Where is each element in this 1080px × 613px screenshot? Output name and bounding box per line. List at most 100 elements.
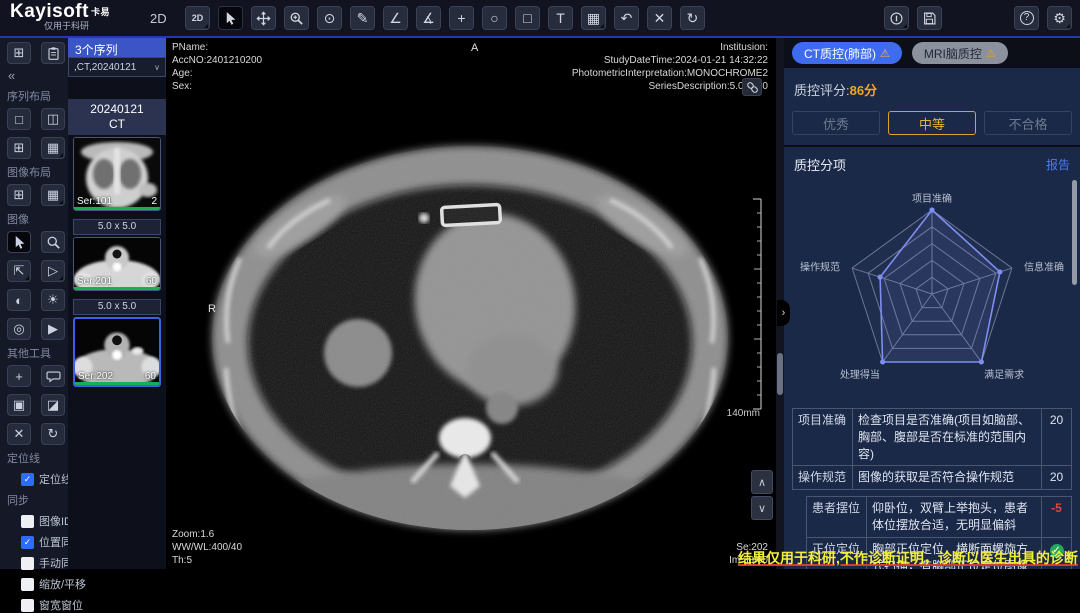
study-modality: CT [68, 117, 166, 132]
brand-subtitle: 仅用于科研 [44, 21, 110, 31]
qc-score-value: 86分 [850, 83, 877, 98]
series-caption: 5.0 x 5.0 [73, 219, 161, 235]
glyph-icon: ⇱ [14, 263, 25, 279]
settings-button[interactable]: ⚙ [1047, 6, 1072, 30]
undo-tool[interactable]: ↶ [614, 6, 639, 30]
flag-play-tool[interactable]: ▷ [41, 260, 65, 282]
thumb-ser-label: Ser:202 [78, 371, 113, 382]
glyph-icon: ⊞ [14, 140, 25, 156]
reset-tool[interactable]: ↻ [680, 6, 705, 30]
thumb-progress-bar [75, 382, 159, 385]
delete-annotation-tool[interactable]: ✕ [647, 6, 672, 30]
glyph-icon: ∡ [422, 10, 435, 27]
next-image-button[interactable]: ∨ [751, 496, 773, 520]
pan-tool[interactable] [251, 6, 276, 30]
glyph-icon: 2D [192, 13, 204, 23]
series-layout-1[interactable]: □ [7, 108, 31, 130]
checkbox[interactable] [21, 599, 34, 612]
cursor-tool[interactable] [218, 6, 243, 30]
roi-preset-tool[interactable]: ▣ [7, 394, 31, 416]
invert-tool[interactable]: ◐ [7, 289, 31, 311]
eraser-tool[interactable]: ◪ [41, 394, 65, 416]
panel-scrollbar-thumb[interactable] [1072, 180, 1077, 285]
checkbox[interactable]: ✓ [21, 536, 34, 549]
study-date: 20240121 [68, 102, 166, 117]
orientation-marker-right: R [208, 303, 216, 315]
tab-ct-qc[interactable]: CT质控(肺部) ⚠ [792, 42, 902, 64]
refresh-tool[interactable]: ↻ [41, 423, 65, 445]
glyph-icon: ☀ [47, 292, 59, 308]
glyph-icon: □ [523, 10, 531, 26]
window-level-tool[interactable]: ⊙ [317, 6, 342, 30]
tab-mri-qc[interactable]: MRI脑质控 ⚠ [912, 42, 1008, 64]
zoom-in-tool[interactable] [284, 6, 309, 30]
help-button[interactable]: ? [1014, 6, 1039, 30]
add-tool[interactable]: + [7, 365, 31, 387]
glyph-icon: ↻ [687, 10, 699, 27]
info-icon [889, 11, 904, 26]
toolbar-main-tools: 2D ⊙ ✎ ∠ ∡ + ○ □ T ▦ ↶ ✕ ↻ [185, 6, 705, 30]
series-thumbnail-201[interactable]: Ser:20160 [73, 237, 161, 291]
series-panel: 3个序列 ,CT,20240121 ∨ 20240121 CT Ser:1012… [68, 38, 166, 569]
toolbar-secondary-tools [884, 6, 942, 30]
grade-excellent-button[interactable]: 优秀 [792, 111, 880, 135]
scrollbar-thumb[interactable] [777, 353, 783, 395]
report-panel-icon[interactable] [41, 42, 65, 64]
table-row: 患者摆位 仰卧位，双臂上举抱头，患者体位摆放合适，无明显偏斜 -5 [807, 497, 1072, 538]
length-measure-tool[interactable]: ✎ [350, 6, 375, 30]
research-disclaimer-banner: 结果仅用于科研,不作诊断证明，诊断以医生出具的诊断 [738, 548, 1078, 568]
panel-layout-icon[interactable]: ⊞ [7, 42, 31, 64]
save-button[interactable] [917, 6, 942, 30]
checkbox[interactable]: ✓ [21, 473, 34, 486]
checkbox[interactable] [21, 557, 34, 570]
brightness-tool[interactable]: ☀ [41, 289, 65, 311]
checkbox[interactable] [21, 578, 34, 591]
section-label: 图像布局 [7, 164, 68, 180]
thumb-count: 60 [145, 371, 156, 382]
image-layout-grid[interactable]: ▦ [41, 184, 65, 206]
comment-tool[interactable] [41, 365, 65, 387]
magnify-tool-side[interactable] [41, 231, 65, 253]
target-roi-tool[interactable]: ◎ [7, 318, 31, 340]
report-link[interactable]: 报告 [1046, 156, 1070, 173]
series-thumbnail-scout[interactable]: Ser:1012 [73, 137, 161, 211]
svg-text:满足需求: 满足需求 [984, 369, 1024, 381]
cobb-angle-tool[interactable]: ∡ [416, 6, 441, 30]
link-series-button[interactable] [742, 78, 762, 96]
localizer-section-label: 定位线 [7, 450, 68, 466]
grade-medium-button[interactable]: 中等 [888, 111, 976, 135]
glyph-icon: + [15, 369, 23, 384]
series-layout-2col[interactable]: ◫ [41, 108, 65, 130]
collapse-sidebar-button[interactable]: « [8, 68, 68, 83]
glyph-icon: ▦ [587, 10, 600, 27]
glyph-icon: ◫ [47, 111, 59, 127]
image-layout-4[interactable]: ⊞ [7, 184, 31, 206]
checkbox[interactable] [21, 515, 34, 528]
ellipse-roi-tool[interactable]: ○ [482, 6, 507, 30]
clear-tool[interactable]: ✕ [7, 423, 31, 445]
layout-tool[interactable]: ▦ [581, 6, 606, 30]
text-annotation-tool[interactable]: T [548, 6, 573, 30]
table-row: 项目准确 检查项目是否准确(项目如脑部、胸部、腹部是否在标准的范围内容) 20 [793, 409, 1072, 466]
series-layout-4[interactable]: ⊞ [7, 137, 31, 159]
series-thumbnail-202[interactable]: Ser:202 60 [73, 317, 161, 387]
checkbox-row: 窗宽窗位 [21, 597, 68, 613]
series-dropdown[interactable]: ,CT,20240121 ∨ [68, 57, 166, 77]
series-layout-grid[interactable]: ▦ [41, 137, 65, 159]
image-viewport[interactable]: PName:AccNO:2401210200 Age:Sex: Institus… [166, 38, 776, 569]
section-label: 图像 [7, 211, 68, 227]
mode-2d-button[interactable]: 2D [185, 6, 210, 30]
rectangle-roi-tool[interactable]: □ [515, 6, 540, 30]
rotate-tool[interactable]: ⇱ [7, 260, 31, 282]
info-button[interactable] [884, 6, 909, 30]
previous-image-button[interactable]: ∧ [751, 470, 773, 494]
probe-tool[interactable]: + [449, 6, 474, 30]
thumb-ser-label: Ser:201 [77, 276, 112, 287]
glyph-icon: □ [15, 112, 23, 127]
grade-fail-button[interactable]: 不合格 [984, 111, 1072, 135]
section-label: 其他工具 [7, 345, 68, 361]
cine-play-tool[interactable]: ▶ [41, 318, 65, 340]
angle-tool[interactable]: ∠ [383, 6, 408, 30]
panel-expand-handle[interactable]: › [777, 300, 790, 326]
cursor-tool-side[interactable] [7, 231, 31, 253]
